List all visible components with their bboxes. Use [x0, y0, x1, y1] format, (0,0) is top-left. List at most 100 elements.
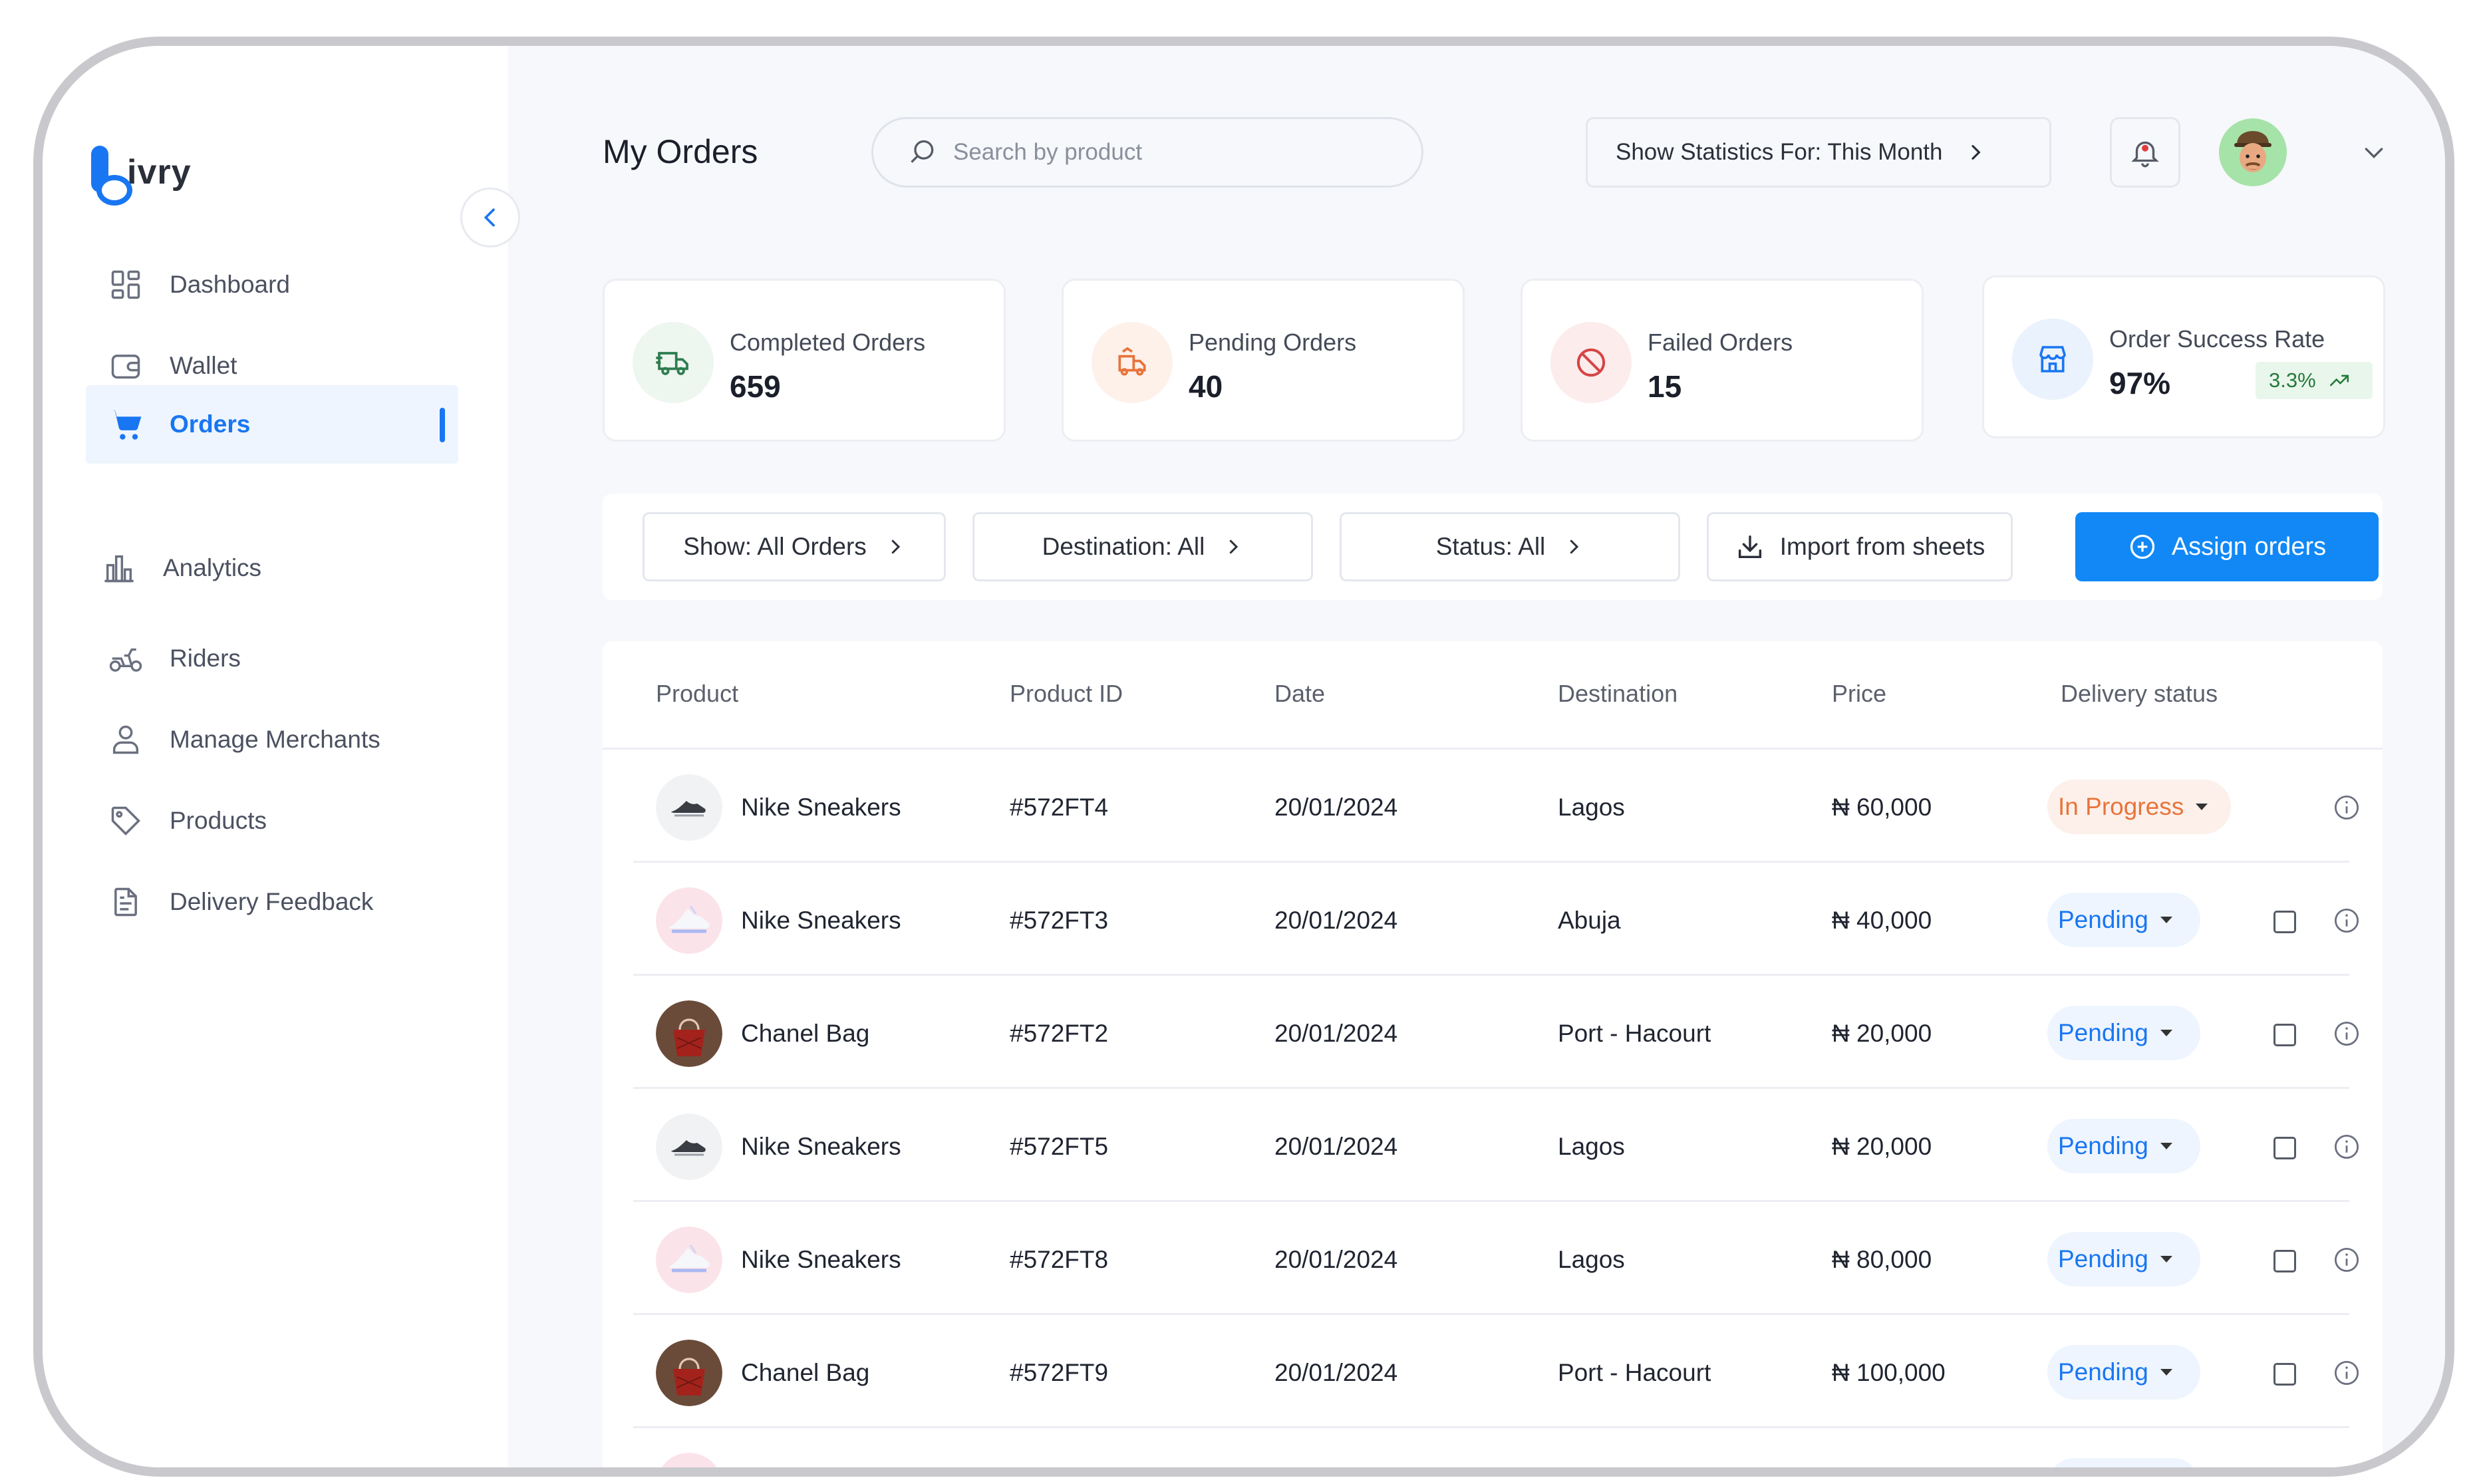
order-date: 20/01/2024	[1274, 1245, 1398, 1273]
table-row[interactable]: Chanel Bag #572FT2 20/01/2024 Port - Hacour…	[633, 978, 2359, 1089]
row-select-checkbox[interactable]	[2273, 1137, 2296, 1159]
product-id: #572FT4	[1010, 793, 1109, 821]
search-placeholder: Search by product	[953, 139, 1143, 165]
product-thumbnail	[656, 1113, 722, 1180]
caret-down-icon	[2160, 1256, 2172, 1262]
order-date: 20/01/2024	[1274, 1430, 1397, 1467]
caret-down-icon	[2160, 917, 2172, 923]
table-row[interactable]: Nike Sneakers #572FT8 20/01/2024 Lagos ₦ 80,…	[633, 1204, 2359, 1315]
sidebar-item-manage-merchants[interactable]: Manage Merchants	[86, 700, 458, 779]
product-name: Nike Sneakers	[741, 1245, 901, 1273]
info-icon[interactable]	[2333, 1133, 2361, 1161]
row-select-checkbox[interactable]	[2273, 1250, 2296, 1272]
destination: Lagos	[1558, 1132, 1625, 1160]
info-icon[interactable]	[2333, 907, 2361, 935]
bell-icon	[2131, 141, 2159, 168]
destination: Lagos	[1558, 1430, 1625, 1467]
table-row[interactable]: Nike Sneakers #572FT4 20/01/2024 Lagos ₦ 60,…	[633, 752, 2359, 863]
table-row[interactable]: Nike Sneakers #572FT5 20/01/2024 Lagos ₦ 20,…	[633, 1091, 2359, 1202]
delivery-status-dropdown[interactable]: Pending	[2047, 1006, 2200, 1060]
account-menu-chevron-icon[interactable]	[2361, 139, 2387, 166]
user-avatar[interactable]	[2219, 118, 2287, 186]
statistics-period-select[interactable]: Show Statistics For: This Month	[1586, 117, 2051, 188]
sidebar-item-delivery-feedback[interactable]: Delivery Feedback	[86, 863, 458, 941]
header-divider	[603, 748, 2383, 750]
chevron-right-icon	[1570, 539, 1579, 554]
notifications-button[interactable]	[2110, 117, 2180, 188]
table-row[interactable]: Nike Sneakers #572FT0 20/01/2024 Lagos ₦ 100…	[633, 1430, 2349, 1477]
ban-icon	[1550, 322, 1632, 403]
destination: Lagos	[1558, 1245, 1625, 1273]
info-icon[interactable]	[2333, 1472, 2361, 1477]
sidebar-item-label: Manage Merchants	[170, 726, 380, 753]
table-row[interactable]: Chanel Bag #572FT9 20/01/2024 Port - Hacour…	[633, 1317, 2359, 1428]
sidebar-item-riders[interactable]: Riders	[86, 619, 458, 698]
sidebar-item-products[interactable]: Products	[86, 782, 458, 860]
page-title: My Orders	[603, 133, 758, 170]
assign-orders-button[interactable]: Assign orders	[2075, 512, 2379, 581]
column-header-price: Price	[1832, 680, 1887, 707]
delivery-status-dropdown[interactable]: In Progress	[2047, 780, 2231, 834]
sidebar-item-label: Riders	[170, 645, 241, 672]
product-cell: Chanel Bag	[656, 978, 869, 1089]
sidebar-item-label: Products	[170, 807, 267, 834]
download-icon	[1738, 535, 1761, 559]
brand-logo[interactable]: ivry	[91, 119, 192, 206]
product-cell: Chanel Bag	[656, 1317, 869, 1428]
product-name: Nike Sneakers	[741, 906, 901, 934]
pending-orders-card: Pending Orders 40	[1062, 279, 1465, 442]
row-select-checkbox[interactable]	[2273, 1363, 2296, 1386]
card-label: Completed Orders	[730, 329, 926, 356]
status-label: Pending	[2058, 1245, 2148, 1272]
card-value: 659	[730, 369, 781, 404]
collapse-sidebar-button[interactable]	[460, 188, 520, 247]
destination: Port - Hacourt	[1558, 1019, 1711, 1047]
info-icon[interactable]	[2333, 1020, 2361, 1048]
import-from-sheets-button[interactable]: Import from sheets	[1707, 512, 2013, 581]
sidebar-item-dashboard[interactable]: Dashboard	[86, 245, 458, 324]
cart-icon	[107, 406, 144, 443]
destination: Port - Hacourt	[1558, 1358, 1711, 1386]
delivery-status-dropdown[interactable]: Pending	[2047, 1119, 2200, 1173]
caret-down-icon	[2160, 1030, 2172, 1036]
row-select-checkbox[interactable]	[2273, 1476, 2296, 1477]
delivery-status-dropdown[interactable]: Pending	[2047, 1345, 2200, 1400]
order-success-rate-card: Order Success Rate 97% 3.3%	[1982, 275, 2385, 438]
delivery-box-icon	[1092, 322, 1173, 403]
price: ₦ 40,000	[1832, 906, 1932, 934]
card-value: 97%	[2109, 366, 2171, 400]
info-icon[interactable]	[2333, 794, 2361, 821]
info-icon[interactable]	[2333, 1359, 2361, 1387]
orders-table: Product Product ID Date Destination Pric…	[603, 641, 2383, 1477]
delivery-status-dropdown[interactable]: Pending	[2047, 893, 2200, 947]
order-date: 20/01/2024	[1274, 793, 1398, 821]
status-label: Pending	[2058, 1019, 2148, 1046]
logo-mark	[91, 146, 132, 206]
product-id: #572FT2	[1010, 1019, 1109, 1047]
app-window: ivry Dashboard Wallet Orders Analytics R…	[33, 37, 2454, 1477]
product-id: #572FT0	[1010, 1430, 1108, 1467]
delivery-status-dropdown[interactable]: Pending	[2047, 1232, 2200, 1286]
destination: Abuja	[1558, 906, 1621, 934]
caret-down-icon	[2160, 1369, 2172, 1376]
statistics-period-label: Show Statistics For: This Month	[1616, 139, 1943, 165]
destination-filter[interactable]: Destination: All	[972, 512, 1313, 581]
sidebar-item-analytics[interactable]: Analytics	[86, 529, 458, 607]
change-value: 3.3%	[2269, 369, 2316, 392]
scooter-icon	[107, 640, 144, 677]
delivery-status-dropdown[interactable]: Pending	[2047, 1458, 2200, 1467]
search-input[interactable]: Search by product	[871, 117, 1423, 188]
column-header-delivery-status: Delivery status	[2061, 680, 2218, 707]
chevron-right-icon	[1230, 539, 1239, 554]
main-content: My Orders Search by product Show Statist…	[508, 46, 2445, 1467]
sidebar-item-label: Analytics	[163, 554, 262, 581]
row-select-checkbox[interactable]	[2273, 1024, 2296, 1046]
order-date: 20/01/2024	[1274, 906, 1398, 934]
info-icon[interactable]	[2333, 1246, 2361, 1274]
status-filter[interactable]: Status: All	[1340, 512, 1680, 581]
table-row[interactable]: Nike Sneakers #572FT3 20/01/2024 Abuja ₦ 40,…	[633, 865, 2359, 976]
sidebar-item-orders[interactable]: Orders	[86, 385, 458, 464]
price: ₦ 80,000	[1832, 1245, 1932, 1273]
show-orders-filter[interactable]: Show: All Orders	[643, 512, 946, 581]
row-select-checkbox[interactable]	[2273, 911, 2296, 933]
